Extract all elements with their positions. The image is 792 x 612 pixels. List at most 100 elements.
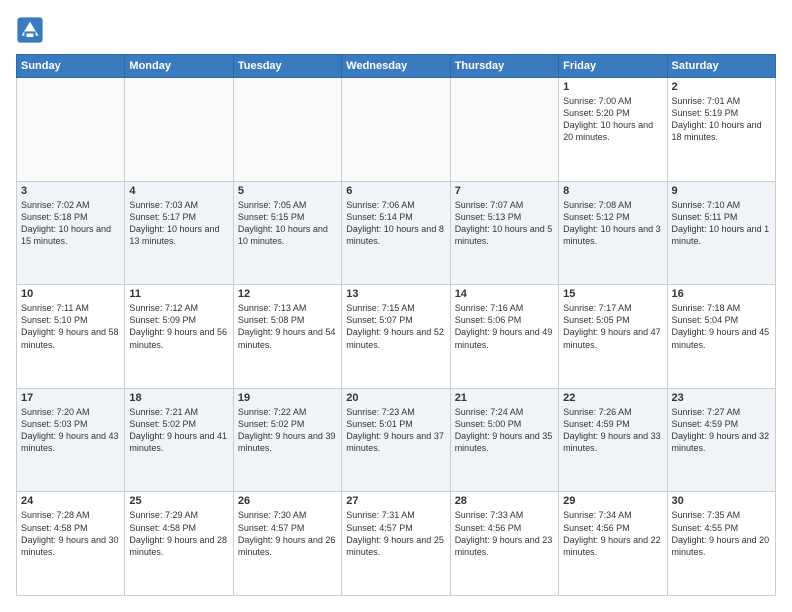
- logo: [16, 16, 48, 44]
- calendar-cell: [342, 78, 450, 182]
- calendar-cell: 11 Sunrise: 7:12 AM Sunset: 5:09 PM Dayli…: [125, 285, 233, 389]
- day-info: Sunrise: 7:33 AM Sunset: 4:56 PM Dayligh…: [455, 509, 554, 558]
- day-number: 3: [21, 185, 120, 197]
- day-number: 11: [129, 288, 228, 300]
- day-info: Sunrise: 7:21 AM Sunset: 5:02 PM Dayligh…: [129, 406, 228, 455]
- day-info: Sunrise: 7:29 AM Sunset: 4:58 PM Dayligh…: [129, 509, 228, 558]
- day-number: 13: [346, 288, 445, 300]
- day-info: Sunrise: 7:31 AM Sunset: 4:57 PM Dayligh…: [346, 509, 445, 558]
- calendar-cell: 22Sunrise: 7:26 AM Sunset: 4:59 PM Dayli…: [559, 388, 667, 492]
- weekday-header-thursday: Thursday: [450, 55, 558, 78]
- day-info: Sunrise: 7:30 AM Sunset: 4:57 PM Dayligh…: [238, 509, 337, 558]
- calendar-cell: 24 Sunrise: 7:28 AM Sunset: 4:58 PM Dayli…: [17, 492, 125, 596]
- calendar-cell: 3 Sunrise: 7:02 AM Sunset: 5:18 PM Daylig…: [17, 181, 125, 285]
- calendar-cell: 5 Sunrise: 7:05 AM Sunset: 5:15 PM Daylig…: [233, 181, 341, 285]
- day-number: 1: [563, 81, 662, 93]
- page: SundayMondayTuesdayWednesdayThursdayFrid…: [0, 0, 792, 612]
- day-number: 27: [346, 495, 445, 507]
- day-number: 18: [129, 392, 228, 404]
- calendar-cell: 8Sunrise: 7:08 AM Sunset: 5:12 PM Daylig…: [559, 181, 667, 285]
- day-info: Sunrise: 7:07 AM Sunset: 5:13 PM Dayligh…: [455, 199, 554, 248]
- calendar-cell: 1 Sunrise: 7:00 AM Sunset: 5:20 PM Daylig…: [559, 78, 667, 182]
- weekday-header-saturday: Saturday: [667, 55, 775, 78]
- week-row-3: 17 Sunrise: 7:20 AM Sunset: 5:03 PM Dayli…: [17, 388, 776, 492]
- day-number: 26: [238, 495, 337, 507]
- day-number: 19: [238, 392, 337, 404]
- calendar-cell: [17, 78, 125, 182]
- calendar-table: SundayMondayTuesdayWednesdayThursdayFrid…: [16, 54, 776, 596]
- day-info: Sunrise: 7:15 AM Sunset: 5:07 PM Dayligh…: [346, 302, 445, 351]
- day-info: Sunrise: 7:01 AM Sunset: 5:19 PM Dayligh…: [672, 95, 771, 144]
- day-info: Sunrise: 7:34 AM Sunset: 4:56 PM Dayligh…: [563, 509, 662, 558]
- day-number: 24: [21, 495, 120, 507]
- day-number: 4: [129, 185, 228, 197]
- calendar-cell: 17 Sunrise: 7:20 AM Sunset: 5:03 PM Dayli…: [17, 388, 125, 492]
- weekday-header-wednesday: Wednesday: [342, 55, 450, 78]
- week-row-1: 3 Sunrise: 7:02 AM Sunset: 5:18 PM Daylig…: [17, 181, 776, 285]
- calendar-cell: 30 Sunrise: 7:35 AM Sunset: 4:55 PM Dayli…: [667, 492, 775, 596]
- day-info: Sunrise: 7:11 AM Sunset: 5:10 PM Dayligh…: [21, 302, 120, 351]
- week-row-4: 24 Sunrise: 7:28 AM Sunset: 4:58 PM Dayli…: [17, 492, 776, 596]
- calendar-cell: 20 Sunrise: 7:23 AM Sunset: 5:01 PM Dayli…: [342, 388, 450, 492]
- day-number: 5: [238, 185, 337, 197]
- day-info: Sunrise: 7:28 AM Sunset: 4:58 PM Dayligh…: [21, 509, 120, 558]
- day-number: 6: [346, 185, 445, 197]
- day-info: Sunrise: 7:02 AM Sunset: 5:18 PM Dayligh…: [21, 199, 120, 248]
- day-number: 30: [672, 495, 771, 507]
- day-number: 28: [455, 495, 554, 507]
- calendar-cell: 2 Sunrise: 7:01 AM Sunset: 5:19 PM Daylig…: [667, 78, 775, 182]
- calendar-cell: 7 Sunrise: 7:07 AM Sunset: 5:13 PM Daylig…: [450, 181, 558, 285]
- day-number: 16: [672, 288, 771, 300]
- day-info: Sunrise: 7:35 AM Sunset: 4:55 PM Dayligh…: [672, 509, 771, 558]
- day-number: 9: [672, 185, 771, 197]
- calendar-cell: 9 Sunrise: 7:10 AM Sunset: 5:11 PM Daylig…: [667, 181, 775, 285]
- calendar-cell: 21 Sunrise: 7:24 AM Sunset: 5:00 PM Dayli…: [450, 388, 558, 492]
- calendar-cell: 23Sunrise: 7:27 AM Sunset: 4:59 PM Dayli…: [667, 388, 775, 492]
- weekday-header-tuesday: Tuesday: [233, 55, 341, 78]
- logo-icon: [16, 16, 44, 44]
- day-info: Sunrise: 7:00 AM Sunset: 5:20 PM Dayligh…: [563, 95, 662, 144]
- calendar-cell: [125, 78, 233, 182]
- day-info: Sunrise: 7:20 AM Sunset: 5:03 PM Dayligh…: [21, 406, 120, 455]
- calendar-cell: [233, 78, 341, 182]
- day-number: 8: [563, 185, 662, 197]
- day-number: 10: [21, 288, 120, 300]
- calendar-cell: 6 Sunrise: 7:06 AM Sunset: 5:14 PM Daylig…: [342, 181, 450, 285]
- day-info: Sunrise: 7:18 AM Sunset: 5:04 PM Dayligh…: [672, 302, 771, 351]
- day-info: Sunrise: 7:12 AM Sunset: 5:09 PM Dayligh…: [129, 302, 228, 351]
- day-number: 25: [129, 495, 228, 507]
- day-info: Sunrise: 7:06 AM Sunset: 5:14 PM Dayligh…: [346, 199, 445, 248]
- day-info: Sunrise: 7:03 AM Sunset: 5:17 PM Dayligh…: [129, 199, 228, 248]
- day-number: 14: [455, 288, 554, 300]
- week-row-2: 10 Sunrise: 7:11 AM Sunset: 5:10 PM Dayli…: [17, 285, 776, 389]
- calendar-header-row: SundayMondayTuesdayWednesdayThursdayFrid…: [17, 55, 776, 78]
- day-number: 17: [21, 392, 120, 404]
- day-number: 29: [563, 495, 662, 507]
- day-number: 20: [346, 392, 445, 404]
- day-number: 21: [455, 392, 554, 404]
- calendar-cell: 14 Sunrise: 7:16 AM Sunset: 5:06 PM Dayli…: [450, 285, 558, 389]
- day-info: Sunrise: 7:23 AM Sunset: 5:01 PM Dayligh…: [346, 406, 445, 455]
- day-info: Sunrise: 7:24 AM Sunset: 5:00 PM Dayligh…: [455, 406, 554, 455]
- day-info: Sunrise: 7:05 AM Sunset: 5:15 PM Dayligh…: [238, 199, 337, 248]
- calendar-cell: 4 Sunrise: 7:03 AM Sunset: 5:17 PM Daylig…: [125, 181, 233, 285]
- day-number: 22: [563, 392, 662, 404]
- calendar-cell: 12Sunrise: 7:13 AM Sunset: 5:08 PM Dayli…: [233, 285, 341, 389]
- day-number: 7: [455, 185, 554, 197]
- calendar-cell: 16 Sunrise: 7:18 AM Sunset: 5:04 PM Dayli…: [667, 285, 775, 389]
- calendar-cell: 15Sunrise: 7:17 AM Sunset: 5:05 PM Dayli…: [559, 285, 667, 389]
- day-info: Sunrise: 7:22 AM Sunset: 5:02 PM Dayligh…: [238, 406, 337, 455]
- calendar-cell: 19 Sunrise: 7:22 AM Sunset: 5:02 PM Dayli…: [233, 388, 341, 492]
- weekday-header-sunday: Sunday: [17, 55, 125, 78]
- day-info: Sunrise: 7:10 AM Sunset: 5:11 PM Dayligh…: [672, 199, 771, 248]
- day-info: Sunrise: 7:16 AM Sunset: 5:06 PM Dayligh…: [455, 302, 554, 351]
- calendar-cell: 27 Sunrise: 7:31 AM Sunset: 4:57 PM Dayli…: [342, 492, 450, 596]
- week-row-0: 1 Sunrise: 7:00 AM Sunset: 5:20 PM Daylig…: [17, 78, 776, 182]
- calendar-cell: 28 Sunrise: 7:33 AM Sunset: 4:56 PM Dayli…: [450, 492, 558, 596]
- day-number: 12: [238, 288, 337, 300]
- day-number: 23: [672, 392, 771, 404]
- day-number: 2: [672, 81, 771, 93]
- day-number: 15: [563, 288, 662, 300]
- calendar-cell: 18 Sunrise: 7:21 AM Sunset: 5:02 PM Dayli…: [125, 388, 233, 492]
- header: [16, 16, 776, 44]
